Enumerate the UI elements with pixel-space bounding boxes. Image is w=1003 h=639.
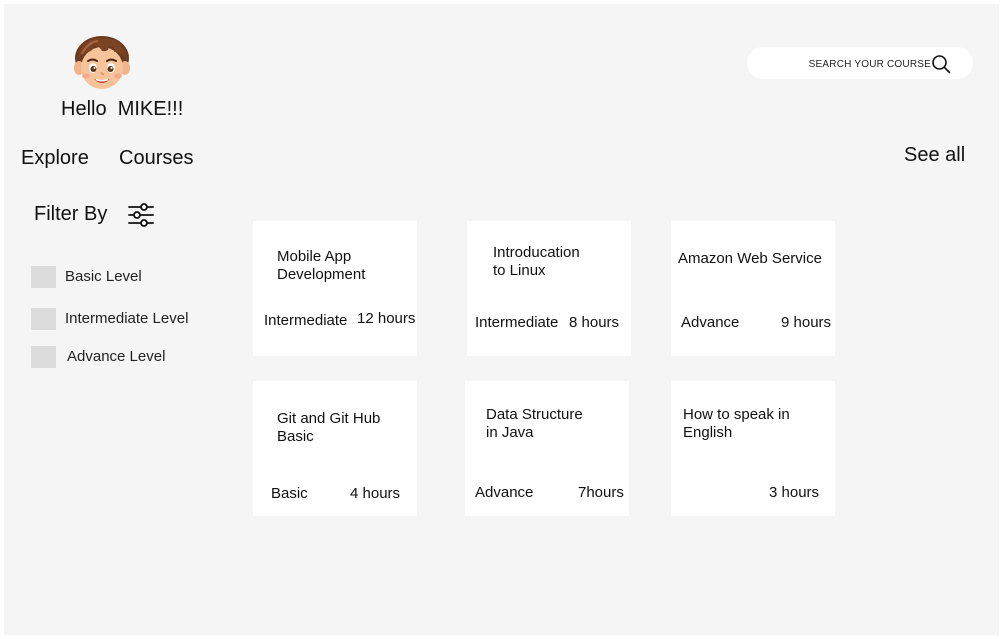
course-card[interactable]: How to speak in English 3 hours [671, 381, 835, 516]
search-icon[interactable] [931, 54, 951, 74]
course-level: Advance [475, 484, 534, 501]
course-card[interactable]: Mobile App Development Intermediate 12 h… [253, 221, 417, 356]
course-level: Advance [681, 314, 740, 331]
courses-link[interactable]: Courses [119, 147, 193, 170]
avatar[interactable] [70, 32, 134, 92]
course-duration: 3 hours [769, 484, 820, 501]
course-level: Basic [271, 485, 308, 502]
course-card[interactable]: Amazon Web Service Advance 9 hours [671, 221, 835, 356]
course-duration: 9 hours [781, 314, 832, 331]
search-bar[interactable] [747, 47, 973, 79]
search-input[interactable] [759, 53, 933, 75]
course-card[interactable]: Data Structure in Java Advance 7hours [465, 381, 629, 516]
filter-option-label: Intermediate Level [65, 310, 189, 327]
course-duration: 7hours [578, 484, 624, 501]
course-card[interactable]: Introducation to Linux Intermediate 8 ho… [467, 221, 631, 356]
course-title: Introducation to Linux [493, 244, 580, 279]
course-card[interactable]: Git and Git Hub Basic Basic 4 hours [253, 381, 417, 516]
course-title: Git and Git Hub Basic [277, 410, 381, 445]
course-title: How to speak in English [683, 406, 790, 441]
course-title: Mobile App Development [277, 248, 366, 283]
sliders-icon[interactable] [127, 202, 155, 228]
filter-title: Filter By [34, 203, 108, 225]
checkbox[interactable] [31, 346, 56, 368]
course-level: Intermediate [475, 314, 559, 331]
explore-link[interactable]: Explore [21, 147, 89, 170]
filter-option-label: Basic Level [65, 268, 142, 285]
boy-avatar-icon [74, 36, 130, 89]
course-duration: 4 hours [350, 485, 401, 502]
greeting-text: Hello MIKE!!! [61, 98, 184, 120]
filter-option-label: Advance Level [67, 348, 166, 365]
course-duration: 12 hours [357, 310, 416, 327]
checkbox[interactable] [31, 266, 56, 288]
course-title: Amazon Web Service [678, 250, 822, 267]
course-level: Intermediate [264, 312, 348, 329]
course-duration: 8 hours [569, 314, 620, 331]
course-title: Data Structure in Java [486, 406, 583, 441]
app-frame: Hello MIKE!!! Explore Courses See all Fi… [4, 4, 999, 635]
checkbox[interactable] [31, 308, 56, 330]
see-all-link[interactable]: See all [904, 144, 965, 167]
